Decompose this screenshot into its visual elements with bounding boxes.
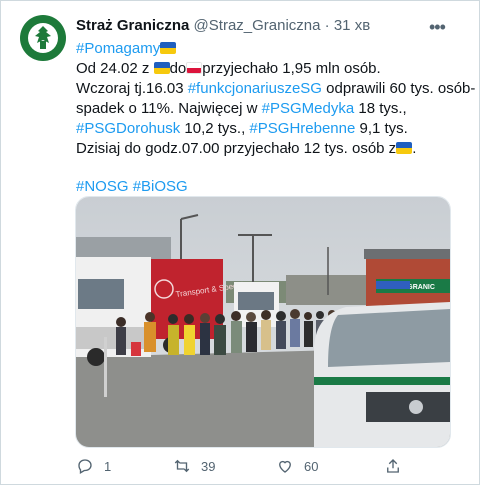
share-button[interactable]: [384, 457, 402, 475]
avatar[interactable]: [20, 15, 66, 61]
tweet-header: Straż Graniczna @Straz_Graniczna · 31 хв: [76, 17, 370, 35]
ukraine-flag-icon: [396, 142, 413, 154]
tweet-text-segment: 10,2 tys.,: [180, 120, 250, 137]
tweet-text-segment: 18 tys.,: [354, 100, 407, 117]
border-guard-emblem-icon: [22, 17, 64, 59]
hashtag-link[interactable]: #PSGDorohusk: [76, 120, 180, 137]
hashtag-link[interactable]: #PSGMedyka: [262, 100, 355, 117]
poland-flag-icon: [186, 62, 203, 74]
ukraine-flag-icon: [153, 62, 170, 74]
like-button[interactable]: 60: [276, 457, 318, 475]
tweet-line-2: Od 24.02 z do przyjechało 1,95 mln osób.: [76, 59, 461, 79]
tweet-time[interactable]: 31 хв: [334, 17, 370, 34]
more-options-icon[interactable]: •••: [429, 17, 446, 38]
hashtag-link[interactable]: #BiOSG: [133, 178, 188, 195]
reply-count: 1: [104, 458, 112, 474]
ukraine-flag-icon: [160, 42, 177, 54]
like-count: 60: [304, 458, 319, 474]
tweet-text-segment: Od 24.02 z: [76, 60, 154, 77]
tweet-text-segment: odprawili 60 tys. osób-: [321, 80, 476, 97]
tweet-text-segment: Dzisiaj do godz.07.00 przyjechało 12 tys…: [76, 140, 397, 157]
retweet-count: 39: [201, 458, 216, 474]
reply-button[interactable]: 1: [76, 457, 111, 475]
tweet-line-4: spadek o 11%. Najwięcej w #PSGMedyka 18 …: [76, 99, 461, 119]
tweet-text-segment: Wczoraj tj.16.03: [76, 80, 188, 97]
hashtag-link[interactable]: #funkcjonariuszeSG: [188, 80, 322, 97]
retweet-button[interactable]: 39: [173, 457, 215, 475]
tweet-line-5: #PSGDorohusk 10,2 tys., #PSGHrebenne 9,1…: [76, 119, 461, 139]
author-name[interactable]: Straż Graniczna: [76, 17, 189, 34]
author-handle[interactable]: @Straz_Graniczna: [194, 17, 321, 34]
tweet-card[interactable]: Straż Graniczna @Straz_Graniczna · 31 хв…: [0, 0, 480, 485]
tweet-text-segment: przyjechało 1,95 mln osób.: [202, 60, 381, 77]
tweet-text-segment: do: [169, 60, 187, 77]
tweet-actions: 1 39 60: [76, 457, 446, 477]
tweet-text-segment: 9,1 tys.: [355, 120, 408, 137]
share-icon: [387, 459, 399, 473]
tweet-text-segment: .: [412, 140, 417, 157]
tweet-line-6: Dzisiaj do godz.07.00 przyjechało 12 tys…: [76, 139, 461, 159]
hashtag-link[interactable]: #PSGHrebenne: [249, 120, 355, 137]
tweet-line-hashtags: #NOSG #BiOSG: [76, 177, 461, 197]
heart-icon: [279, 460, 291, 473]
hashtag-link[interactable]: #NOSG: [76, 178, 129, 195]
retweet-icon: [174, 459, 190, 473]
separator-dot: ·: [324, 17, 330, 34]
tweet-photo[interactable]: Transport & Spedition GRANIC: [75, 196, 451, 448]
tweet-line-3: Wczoraj tj.16.03 #funkcjonariuszeSG odpr…: [76, 79, 475, 99]
hashtag-link[interactable]: #Pomagamy: [76, 40, 160, 57]
tweet-text: #Pomagamy Od 24.02 z do przyjechało 1,95 …: [76, 39, 475, 197]
tweet-text-segment: spadek o 11%. Najwięcej w: [76, 100, 262, 117]
tweet-line-1: #Pomagamy: [76, 39, 461, 59]
reply-icon: [78, 459, 92, 474]
border-crossing-photo: Transport & Spedition GRANIC: [76, 197, 450, 447]
